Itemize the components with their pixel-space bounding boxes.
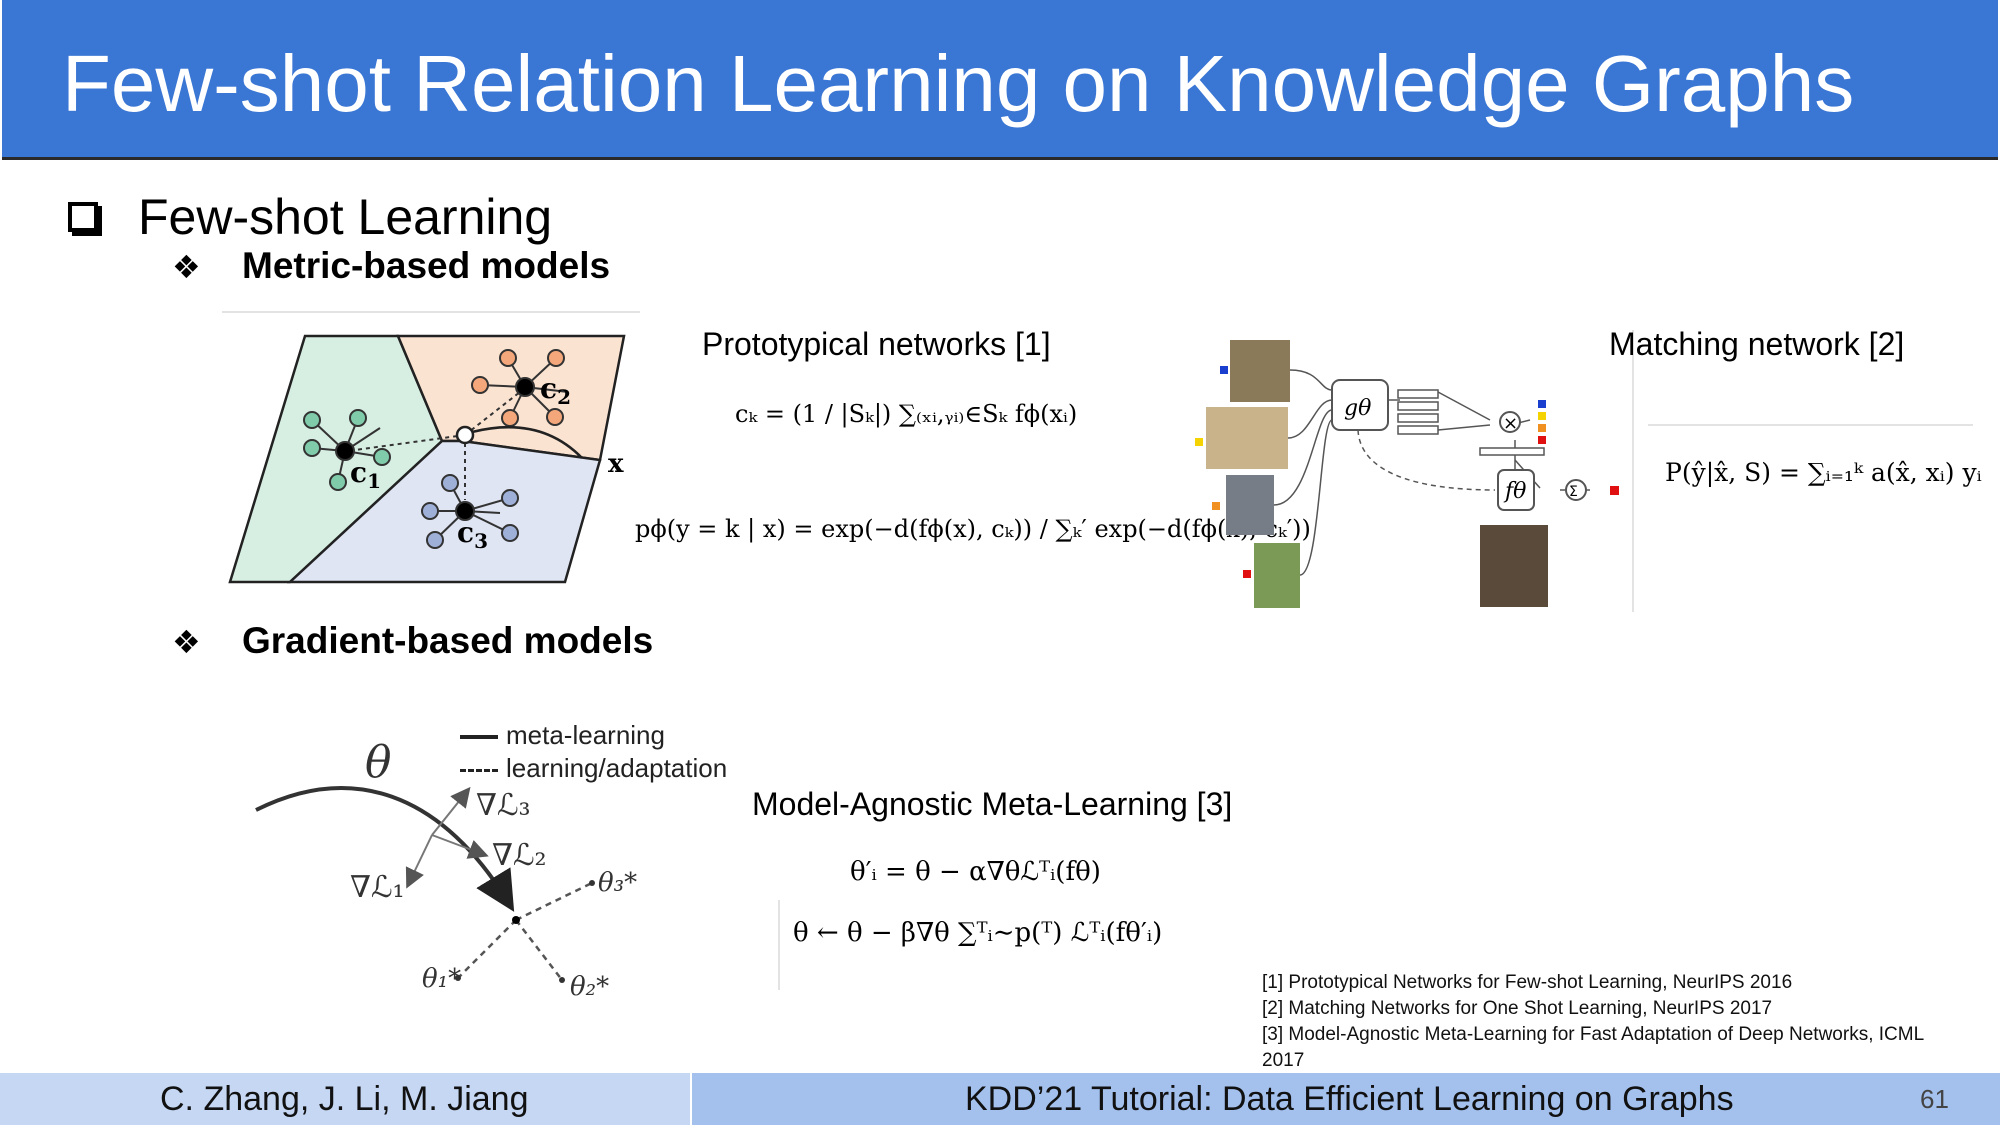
label-square bbox=[1195, 438, 1203, 446]
divider bbox=[222, 311, 640, 313]
gradient-label: Gradient-based models bbox=[242, 620, 654, 661]
label-square bbox=[1243, 570, 1251, 578]
svg-text:fθ: fθ bbox=[1503, 479, 1526, 504]
reference-item: [1] Prototypical Networks for Few-shot L… bbox=[1262, 972, 1793, 993]
divider bbox=[1632, 330, 1634, 612]
maml-equation-1: θ′ᵢ = θ − α∇θℒᵀᵢ(fθ) bbox=[850, 857, 1101, 887]
footer-authors: C. Zhang, J. Li, M. Jiang bbox=[160, 1080, 529, 1118]
theta1-star: θ₁* bbox=[422, 964, 461, 994]
slide-title: Few-shot Relation Learning on Knowledge … bbox=[62, 39, 1855, 128]
proto-equation-1: cₖ = (1 / |Sₖ|) ∑₍ₓᵢ,ᵧᵢ₎∈Sₖ fϕ(xᵢ) bbox=[735, 400, 1078, 428]
prototypical-diagram: c1 c2 c3 x bbox=[228, 334, 626, 584]
divider bbox=[1648, 424, 1973, 426]
dog-image-2 bbox=[1206, 407, 1288, 469]
dog-image-4 bbox=[1254, 543, 1300, 608]
page-number: 61 bbox=[1920, 1084, 1949, 1114]
matching-network-label: Matching network [2] bbox=[1609, 326, 1905, 362]
output-square bbox=[1610, 486, 1619, 495]
reference-item: [3] Model-Agnostic Meta-Learning for Fas… bbox=[1262, 1024, 1924, 1071]
dog-image-query bbox=[1480, 525, 1548, 607]
maml-diagram: θ ∇ℒ₃ ∇ℒ₂ ∇ℒ₁ θ₃* θ₁* θ₂* bbox=[255, 737, 637, 1002]
reference-item: [2] Matching Networks for One Shot Learn… bbox=[1262, 998, 1773, 1019]
theta2-star: θ₂* bbox=[570, 972, 609, 1002]
metric-label: Metric-based models bbox=[242, 245, 611, 286]
query-point bbox=[455, 425, 475, 445]
prototypical-label: Prototypical networks [1] bbox=[702, 326, 1051, 362]
label-square bbox=[1212, 502, 1220, 510]
bullet-text: Few-shot Learning bbox=[138, 189, 553, 245]
maml-equation-2: θ ← θ − β∇θ ∑ᵀᵢ∼p(ᵀ) ℒᵀᵢ(fθ′ᵢ) bbox=[793, 918, 1163, 948]
matching-equation: P(ŷ|x̂, S) = ∑ᵢ₌₁ᵏ a(x̂, xᵢ) yᵢ bbox=[1665, 458, 1982, 487]
svg-text:×: × bbox=[1503, 413, 1518, 434]
checkbox-bullet-icon bbox=[68, 201, 98, 232]
diamond-bullet-icon: ❖ bbox=[172, 623, 201, 661]
bullet-few-shot: Few-shot Learning bbox=[68, 188, 552, 246]
divider bbox=[778, 900, 780, 990]
dog-image-3 bbox=[1226, 475, 1274, 535]
subheading-gradient: ❖ Gradient-based models bbox=[172, 620, 653, 662]
svg-text:gθ: gθ bbox=[1344, 396, 1371, 421]
subheading-metric: ❖ Metric-based models bbox=[172, 245, 610, 287]
maml-label: Model-Agnostic Meta-Learning [3] bbox=[752, 786, 1233, 822]
grad-l1: ∇ℒ₁ bbox=[350, 870, 405, 905]
svg-text:Σ: Σ bbox=[1569, 484, 1578, 500]
x-label: x bbox=[608, 449, 624, 479]
references: [1] Prototypical Networks for Few-shot L… bbox=[1262, 970, 1962, 1074]
theta-label: θ bbox=[365, 737, 392, 788]
footer-event: KDD’21 Tutorial: Data Efficient Learning… bbox=[965, 1080, 1734, 1118]
theta3-star: θ₃* bbox=[598, 868, 637, 898]
matching-network-diagram: gθ × fθ Σ bbox=[1195, 340, 1619, 608]
grad-l3: ∇ℒ₃ bbox=[476, 788, 531, 823]
grad-l2: ∇ℒ₂ bbox=[492, 838, 547, 873]
diamond-bullet-icon: ❖ bbox=[172, 248, 201, 286]
label-square bbox=[1220, 366, 1228, 374]
dog-image-1 bbox=[1230, 340, 1290, 402]
